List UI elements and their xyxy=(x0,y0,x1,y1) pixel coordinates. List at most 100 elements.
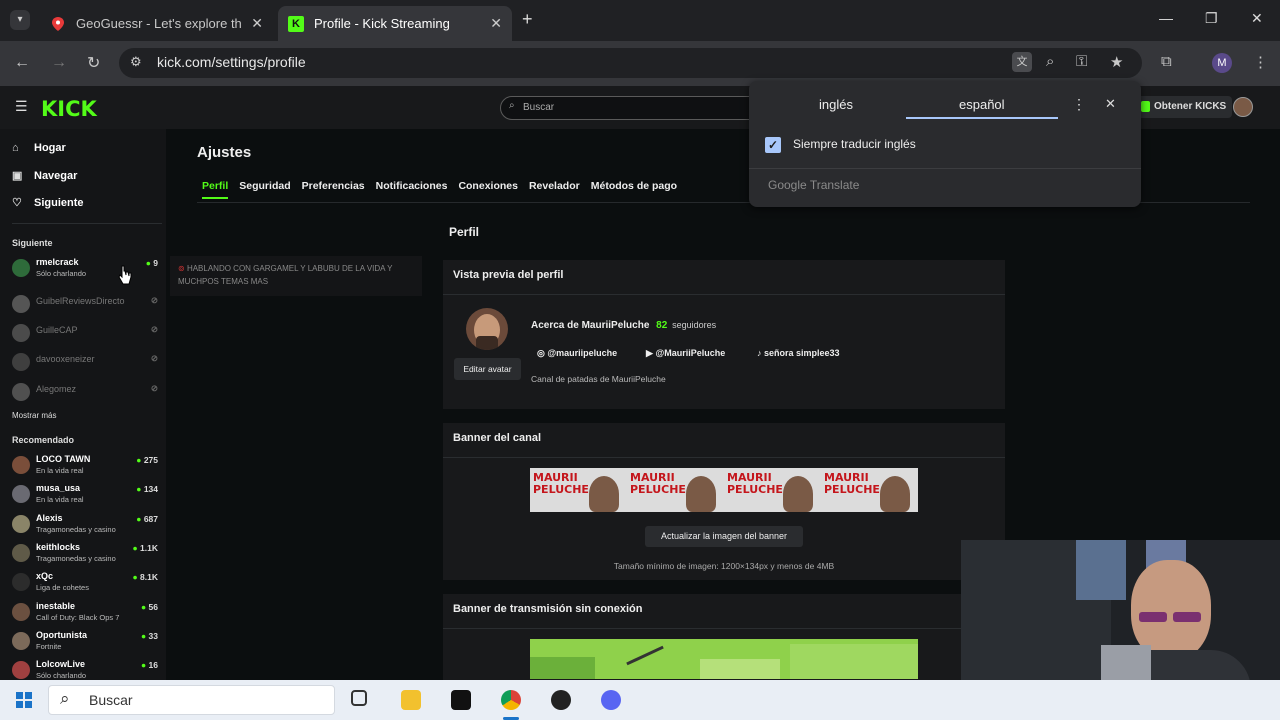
tab-search-button[interactable]: ▾ xyxy=(10,10,30,30)
translate-icon[interactable]: 文 xyxy=(1012,52,1032,72)
tab-connections[interactable]: Conexiones xyxy=(458,180,518,199)
following-channel[interactable]: GuilleCAP ⊘ xyxy=(12,322,162,350)
always-translate-label: Siempre traducir inglés xyxy=(793,137,916,151)
channel-name: rmelcrack xyxy=(36,257,79,267)
task-view-icon[interactable] xyxy=(351,690,367,706)
taskbar-search[interactable]: Buscar xyxy=(48,685,335,715)
show-more-link[interactable]: Mostrar más xyxy=(12,411,56,420)
instagram-link[interactable]: ◎ @mauriipeluche xyxy=(537,348,617,359)
recommended-channel[interactable]: Oportunista Fortnite ● 33 xyxy=(12,630,162,658)
browse-icon: ▣ xyxy=(12,170,23,182)
recommended-channel[interactable]: LOCO TAWN En la vida real ● 275 xyxy=(12,454,162,482)
kick-icon: K xyxy=(288,15,304,32)
card-title: Banner de transmisión sin conexión xyxy=(453,603,643,615)
recommended-channel[interactable]: keithlocks Tragamonedas y casino ● 1.1K xyxy=(12,542,162,570)
hamburger-menu-icon[interactable]: ☰ xyxy=(15,98,28,115)
translate-popup: inglés español ⋮ ✕ ✓ Siempre traducir in… xyxy=(749,81,1141,207)
active-tab-indicator xyxy=(906,117,1058,119)
recommended-channel[interactable]: inestable Call of Duty: Black Ops 7 ● 56 xyxy=(12,601,162,629)
obs-icon[interactable] xyxy=(551,690,571,710)
kick-logo[interactable]: KICK xyxy=(41,97,97,121)
bookmark-star-icon[interactable]: ★ xyxy=(1110,53,1123,71)
back-icon[interactable]: ← xyxy=(14,54,30,72)
recommended-channel[interactable]: Alexis Tragamonedas y casino ● 687 xyxy=(12,513,162,541)
banner-tile: MAURII PELUCHE xyxy=(724,468,821,512)
tab-kick-profile[interactable]: K Profile - Kick Streaming ✕ xyxy=(278,6,512,41)
window-close-icon[interactable]: ✕ xyxy=(1251,10,1263,27)
reload-icon[interactable]: ↻ xyxy=(87,53,100,73)
capcut-icon[interactable] xyxy=(451,690,471,710)
update-banner-button[interactable]: Actualizar la imagen del banner xyxy=(645,526,803,547)
tab-preferences[interactable]: Preferencias xyxy=(302,180,365,199)
heart-icon: ♡ xyxy=(12,197,22,209)
card-title: Vista previa del perfil xyxy=(453,269,564,281)
stream-title: HABLANDO CON GARGAMEL Y LABUBU DE LA VID… xyxy=(178,264,393,286)
following-channel[interactable]: Alegomez ⊘ xyxy=(12,381,162,409)
following-channel[interactable]: GuibelReviewsDirecto ⊘ xyxy=(12,293,162,321)
close-popup-icon[interactable]: ✕ xyxy=(1105,96,1116,112)
chrome-icon[interactable] xyxy=(501,690,521,710)
viewer-count: ● 9 xyxy=(145,258,158,268)
avatar xyxy=(12,573,30,591)
profile-avatar[interactable]: M xyxy=(1212,53,1232,73)
tab-payment-methods[interactable]: Métodos de pago xyxy=(591,180,677,199)
google-translate-brand: Google Translate xyxy=(768,178,860,192)
windows-taskbar: Buscar ⌕ xyxy=(0,680,1280,720)
user-avatar[interactable] xyxy=(1233,97,1253,117)
nav-label: Navegar xyxy=(34,169,78,182)
close-tab-icon[interactable]: ✕ xyxy=(251,15,263,32)
channel-name: davooxeneizer xyxy=(36,354,95,364)
channel-category: En la vida real xyxy=(36,466,84,475)
channel-name: musa_usa xyxy=(36,483,81,493)
url-text[interactable]: kick.com/settings/profile xyxy=(157,54,306,70)
recommended-channel[interactable]: LolcowLive Sólo charlando ● 16 xyxy=(12,659,162,680)
offline-icon: ⊘ xyxy=(150,324,158,334)
file-explorer-icon[interactable] xyxy=(401,690,421,710)
avatar xyxy=(12,632,30,650)
password-key-icon[interactable]: ⚿ xyxy=(1076,53,1087,70)
offline-icon: ⊘ xyxy=(150,353,158,363)
nav-browse[interactable]: ▣ Navegar xyxy=(12,169,78,183)
avatar xyxy=(12,295,30,313)
zoom-icon[interactable]: ⌕ xyxy=(1046,53,1054,70)
offline-icon: ⊘ xyxy=(150,295,158,305)
youtube-icon: ▶ xyxy=(646,348,653,358)
source-language-tab[interactable]: inglés xyxy=(819,97,853,112)
target-language-tab[interactable]: español xyxy=(959,97,1005,112)
nav-label: Hogar xyxy=(34,142,66,154)
nav-home[interactable]: ⌂ Hogar xyxy=(12,142,66,154)
nav-following[interactable]: ♡ Siguiente xyxy=(12,196,84,210)
tiktok-link[interactable]: ♪ señora simplee33 xyxy=(757,348,840,358)
channel-name: xQc xyxy=(36,571,54,581)
tab-developer[interactable]: Revelador xyxy=(529,180,580,199)
channel-category: Fortnite xyxy=(36,642,62,651)
windows-start-icon[interactable] xyxy=(16,692,32,708)
site-info-icon[interactable]: ⚙ xyxy=(130,54,142,70)
tab-notifications[interactable]: Notificaciones xyxy=(376,180,448,199)
edit-avatar-button[interactable]: Editar avatar xyxy=(454,358,521,380)
avatar xyxy=(12,603,30,621)
channel-name: GuibelReviewsDirecto xyxy=(36,296,125,306)
following-channel[interactable]: davooxeneizer ⊘ xyxy=(12,351,162,379)
minimize-icon[interactable]: — xyxy=(1159,10,1173,26)
tab-geoguessr[interactable]: GeoGuessr - Let's explore the w ✕ xyxy=(40,6,273,41)
following-channel[interactable]: rmelcrack Sólo charlando ● 9 xyxy=(12,257,162,285)
get-kicks-button[interactable]: Obtener KICKS xyxy=(1136,96,1233,118)
more-options-icon[interactable]: ⋮ xyxy=(1072,96,1086,113)
tab-security[interactable]: Seguridad xyxy=(239,180,290,199)
new-tab-button[interactable]: + xyxy=(522,9,533,30)
recommended-channel[interactable]: musa_usa En la vida real ● 134 xyxy=(12,483,162,511)
tab-profile[interactable]: Perfil xyxy=(202,180,229,199)
extensions-icon[interactable]: ⧉ xyxy=(1161,53,1172,70)
channel-category: En la vida real xyxy=(36,495,84,504)
discord-icon[interactable] xyxy=(601,690,621,710)
forward-icon[interactable]: → xyxy=(51,54,67,72)
always-translate-checkbox[interactable]: ✓ xyxy=(765,137,781,153)
browser-tab-bar: ▾ GeoGuessr - Let's explore the w ✕ K Pr… xyxy=(0,0,1280,41)
youtube-link[interactable]: ▶ @MauriiPeluche xyxy=(646,348,725,359)
restore-icon[interactable]: ❐ xyxy=(1205,10,1218,27)
recommended-channel[interactable]: xQc Liga de cohetes ● 8.1K xyxy=(12,571,162,599)
close-tab-icon[interactable]: ✕ xyxy=(490,15,502,32)
menu-dots-icon[interactable]: ⋮ xyxy=(1253,53,1268,71)
offline-banner-card: Banner de transmisión sin conexión xyxy=(443,594,1005,680)
